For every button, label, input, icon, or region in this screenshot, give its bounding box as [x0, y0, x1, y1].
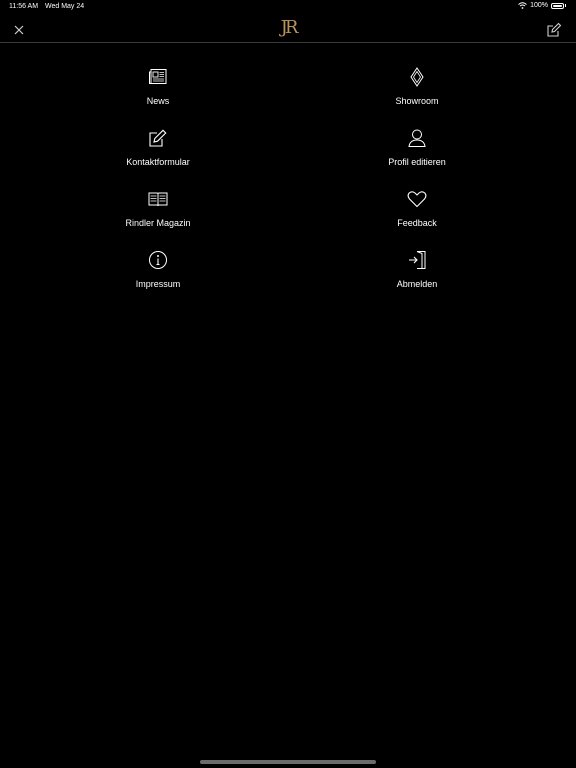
menu-item-label: Abmelden	[396, 279, 438, 289]
close-icon	[14, 25, 24, 35]
menu-item-label: Showroom	[395, 96, 439, 106]
battery-icon	[551, 2, 564, 9]
battery-percent: 100%	[530, 2, 548, 9]
wifi-icon	[518, 2, 527, 9]
menu-item-label: Feedback	[397, 218, 437, 228]
pencil-note-icon	[147, 127, 169, 149]
logout-icon	[406, 249, 428, 271]
menu-item-feedback[interactable]: Feedback	[337, 188, 497, 238]
menu-item-label: Profil editieren	[388, 157, 446, 167]
user-icon	[406, 127, 428, 149]
menu-item-showroom[interactable]: Showroom	[337, 66, 497, 116]
info-icon	[147, 249, 169, 271]
edit-button[interactable]	[546, 22, 562, 38]
newspaper-icon	[147, 66, 169, 88]
menu-item-rindler-magazin[interactable]: Rindler Magazin	[78, 188, 238, 238]
menu-item-label: News	[146, 96, 170, 106]
status-indicators: 100%	[518, 2, 566, 9]
menu-item-news[interactable]: News	[78, 66, 238, 116]
diamond-icon	[406, 66, 428, 88]
home-indicator[interactable]	[200, 760, 376, 764]
status-time: 11:56 AM	[9, 3, 39, 10]
close-button[interactable]	[12, 23, 26, 37]
menu-item-label: Rindler Magazin	[125, 218, 191, 228]
menu-item-label: Kontaktformular	[126, 157, 190, 167]
battery-level	[553, 4, 562, 7]
heart-icon	[406, 188, 428, 210]
magazine-icon	[147, 188, 169, 210]
status-bar: 11:56 AM Wed May 24 100%	[0, 0, 576, 14]
brand-logo: JR	[280, 17, 299, 38]
battery-tip	[565, 4, 566, 7]
menu-item-profil-editieren[interactable]: Profil editieren	[337, 127, 497, 177]
menu-item-abmelden[interactable]: Abmelden	[337, 249, 497, 299]
menu-item-label: Impressum	[135, 279, 181, 289]
status-date: Wed May 24	[45, 3, 85, 10]
menu-item-impressum[interactable]: Impressum	[78, 249, 238, 299]
menu-item-kontaktformular[interactable]: Kontaktformular	[78, 127, 238, 177]
navbar: JR	[0, 14, 576, 43]
edit-icon	[547, 22, 562, 37]
